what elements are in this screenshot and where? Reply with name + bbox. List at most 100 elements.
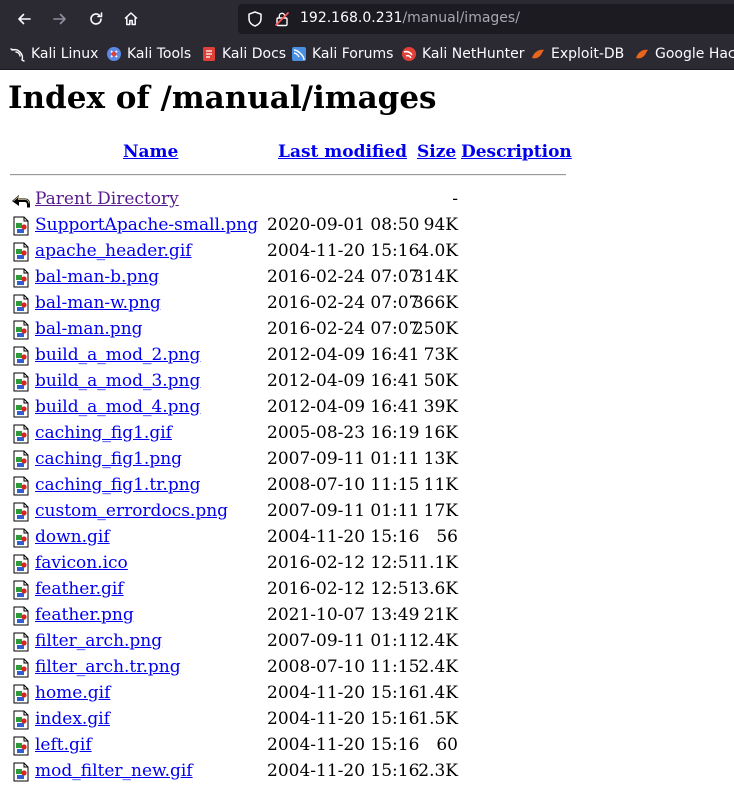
file-link[interactable]: left.gif — [35, 735, 92, 755]
image-file-icon — [13, 658, 29, 678]
image-file-icon — [13, 554, 29, 574]
file-link[interactable]: caching_fig1.png — [35, 449, 182, 469]
file-row: index.gif 2004-11-20 15:16 1.5K — [0, 708, 734, 732]
image-file-icon — [13, 398, 29, 418]
file-size: 4.0K — [418, 241, 458, 261]
file-row: build_a_mod_3.png 2012-04-09 16:41 50K — [0, 370, 734, 394]
reload-button[interactable] — [83, 7, 109, 31]
address-bar[interactable]: 192.168.0.231/manual/images/ — [238, 4, 734, 34]
bookmark-exploit-db[interactable]: Exploit-DB — [530, 44, 624, 64]
column-header-size[interactable]: Size — [417, 142, 456, 162]
image-file-icon — [13, 710, 29, 730]
file-link[interactable]: down.gif — [35, 527, 110, 547]
file-last-modified: 2016-02-24 07:07 — [267, 267, 420, 287]
file-link[interactable]: filter_arch.png — [35, 631, 162, 651]
file-row: feather.gif 2016-02-12 12:51 3.6K — [0, 578, 734, 602]
file-last-modified: 2012-04-09 16:41 — [267, 397, 420, 417]
back-button[interactable] — [11, 7, 37, 31]
file-size: - — [452, 189, 458, 209]
forward-arrow-icon — [53, 13, 66, 25]
file-size: 13K — [423, 449, 458, 469]
file-link[interactable]: bal-man.png — [35, 319, 143, 339]
bookmark-kali-linux[interactable]: Kali Linux — [10, 44, 98, 64]
file-row: feather.png 2021-10-07 13:49 21K — [0, 604, 734, 628]
file-size: 60 — [436, 735, 458, 755]
file-row: bal-man-w.png 2016-02-24 07:07 366K — [0, 292, 734, 316]
file-link[interactable]: bal-man-w.png — [35, 293, 161, 313]
file-link[interactable]: build_a_mod_4.png — [35, 397, 200, 417]
file-last-modified: 2016-02-24 07:07 — [267, 293, 420, 313]
home-button[interactable] — [118, 7, 144, 31]
file-size: 39K — [423, 397, 458, 417]
file-size: 50K — [423, 371, 458, 391]
column-header-last-modified[interactable]: Last modified — [278, 142, 407, 162]
image-file-icon — [13, 320, 29, 340]
back-arrow-icon — [18, 13, 31, 25]
back-arrow-icon — [12, 195, 30, 208]
header-divider — [10, 174, 566, 176]
kali-forums-icon — [292, 47, 306, 61]
file-size: 366K — [412, 293, 458, 313]
bookmark-google-hacking[interactable]: Google Hack — [634, 44, 734, 64]
file-link[interactable]: feather.gif — [35, 579, 124, 599]
file-size: 2.4K — [418, 657, 458, 677]
bookmark-label: Exploit-DB — [551, 46, 625, 62]
file-link[interactable]: custom_errordocs.png — [35, 501, 228, 521]
file-link[interactable]: mod_filter_new.gif — [35, 761, 193, 781]
image-file-icon — [13, 606, 29, 626]
file-link[interactable]: build_a_mod_2.png — [35, 345, 200, 365]
image-file-icon — [13, 528, 29, 548]
file-link[interactable]: index.gif — [35, 709, 110, 729]
bookmark-kali-docs[interactable]: Kali Docs — [201, 44, 286, 64]
file-row: SupportApache-small.png 2020-09-01 08:50 9… — [0, 214, 734, 238]
file-size: 73K — [423, 345, 458, 365]
image-file-icon — [13, 346, 29, 366]
column-header-description[interactable]: Description — [461, 142, 572, 162]
image-file-icon — [13, 580, 29, 600]
kali-nethunter-icon — [402, 47, 416, 61]
column-header-name[interactable]: Name — [123, 142, 178, 162]
file-link[interactable]: caching_fig1.gif — [35, 423, 172, 443]
kali-docs-icon — [203, 47, 215, 61]
url-text[interactable]: 192.168.0.231/manual/images/ — [300, 10, 520, 26]
file-size: 56 — [436, 527, 458, 547]
file-link[interactable]: feather.png — [35, 605, 134, 625]
file-last-modified: 2004-11-20 15:16 — [267, 761, 420, 781]
file-last-modified: 2007-09-11 01:11 — [267, 631, 420, 651]
tracking-protection-shield-icon[interactable] — [246, 10, 264, 28]
insecure-lock-icon[interactable] — [274, 11, 290, 27]
file-link[interactable]: apache_header.gif — [35, 241, 192, 261]
file-last-modified: 2004-11-20 15:16 — [267, 527, 420, 547]
google-hacking-icon — [636, 49, 648, 59]
parent-directory-link[interactable]: Parent Directory — [35, 189, 179, 209]
file-link[interactable]: caching_fig1.tr.png — [35, 475, 201, 495]
bookmark-kali-forums[interactable]: Kali Forums — [291, 44, 393, 64]
forward-button[interactable] — [47, 7, 73, 31]
home-icon — [124, 12, 138, 26]
file-size: 1.5K — [418, 709, 458, 729]
page-content: Index of /manual/images Name Last modifi… — [0, 70, 734, 787]
file-link[interactable]: bal-man-b.png — [35, 267, 159, 287]
file-last-modified: 2016-02-12 12:51 — [267, 579, 420, 599]
bookmark-kali-tools[interactable]: Kali Tools — [106, 44, 191, 64]
exploit-db-icon — [532, 49, 544, 59]
image-file-icon — [13, 372, 29, 392]
kali-dragon-icon — [10, 48, 25, 62]
file-row: filter_arch.tr.png 2008-07-10 11:15 2.4K — [0, 656, 734, 680]
file-last-modified: 2005-08-23 16:19 — [267, 423, 420, 443]
file-link[interactable]: home.gif — [35, 683, 110, 703]
bookmark-kali-nethunter[interactable]: Kali NetHunter — [401, 44, 524, 64]
file-last-modified: 2012-04-09 16:41 — [267, 345, 420, 365]
parent-directory-row: Parent Directory - — [0, 188, 734, 212]
file-last-modified: 2016-02-24 07:07 — [267, 319, 420, 339]
browser-toolbar: 192.168.0.231/manual/images/ — [0, 0, 734, 38]
file-row: build_a_mod_4.png 2012-04-09 16:41 39K — [0, 396, 734, 420]
file-link[interactable]: filter_arch.tr.png — [35, 657, 181, 677]
file-row: caching_fig1.png 2007-09-11 01:11 13K — [0, 448, 734, 472]
file-size: 250K — [412, 319, 458, 339]
file-link[interactable]: SupportApache-small.png — [35, 215, 258, 235]
file-link[interactable]: build_a_mod_3.png — [35, 371, 200, 391]
file-link[interactable]: favicon.ico — [35, 553, 128, 573]
file-size: 94K — [423, 215, 458, 235]
file-row: filter_arch.png 2007-09-11 01:11 2.4K — [0, 630, 734, 654]
